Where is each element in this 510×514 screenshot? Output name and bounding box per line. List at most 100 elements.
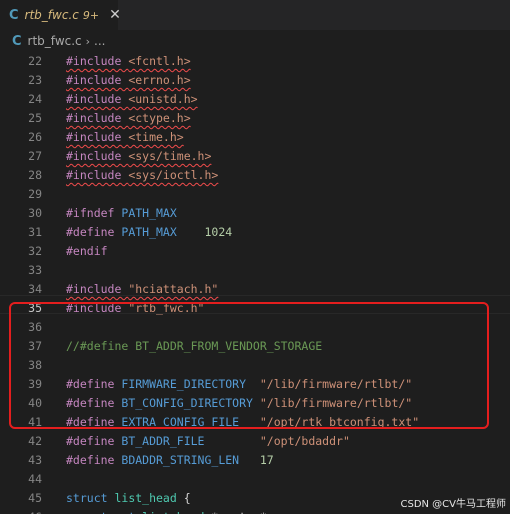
code-token: #define (66, 434, 122, 448)
watermark: CSDN @CV牛马工程师 (400, 499, 506, 510)
code-text[interactable]: #include <unistd.h> (66, 90, 198, 109)
code-token: struct (94, 510, 142, 514)
code-token: BDADDR_STRING_LEN (121, 453, 240, 467)
line-number: 27 (28, 149, 42, 163)
breadcrumb-file[interactable]: rtb_fwc.c (28, 34, 82, 48)
code-token: list_head (142, 510, 204, 514)
code-text[interactable]: #define BDADDR_STRING_LEN 17 (66, 451, 274, 470)
code-token: #define (66, 225, 122, 239)
line-number: 31 (28, 225, 42, 239)
tab-rtb-fwc[interactable]: C rtb_fwc.c 9+ ✕ (0, 0, 121, 30)
code-line[interactable]: 26 #include <time.h> (0, 128, 510, 147)
line-number: 34 (28, 282, 42, 296)
code-text[interactable]: #define PATH_MAX 1024 (66, 223, 232, 242)
line-number: 24 (28, 92, 42, 106)
chevron-right-icon: › (85, 34, 91, 48)
code-token: PATH_MAX (121, 206, 177, 220)
code-token: <time.h> (128, 130, 184, 144)
line-number: 46 (0, 508, 42, 514)
code-token: #include (66, 54, 129, 68)
code-line[interactable]: 44 (0, 470, 510, 489)
code-text[interactable]: #include <time.h> (66, 128, 184, 147)
code-line[interactable]: 27 #include <sys/time.h> (0, 147, 510, 166)
line-number: 25 (28, 111, 42, 125)
code-line[interactable]: 25 #include <ctype.h> (0, 109, 510, 128)
code-token: #include (66, 282, 129, 296)
line-number: 23 (28, 73, 42, 87)
code-token: #include (66, 149, 129, 163)
line-number: 26 (28, 130, 42, 144)
problems-count-badge: 9+ (82, 8, 100, 22)
code-token: #include (66, 73, 129, 87)
code-token: <sys/time.h> (128, 149, 212, 163)
line-number: 42 (28, 434, 42, 448)
tab-bar: C rtb_fwc.c 9+ ✕ (0, 0, 510, 30)
code-token: #include (66, 130, 129, 144)
c-file-icon: C (9, 7, 19, 23)
line-number: 32 (28, 244, 42, 258)
code-line[interactable]: 33 (0, 261, 510, 280)
code-line[interactable]: 43 #define BDADDR_STRING_LEN 17 (0, 451, 510, 470)
code-token: <sys/ioctl.h> (128, 168, 219, 182)
code-text[interactable]: #include <sys/ioctl.h> (66, 166, 218, 185)
breadcrumb: C rtb_fwc.c › ... (0, 30, 510, 52)
code-text[interactable]: #include <ctype.h> (66, 109, 191, 128)
code-text[interactable]: #endif (66, 242, 108, 261)
code-token: struct (66, 491, 115, 505)
code-text[interactable]: #include "hciattach.h" (66, 280, 218, 299)
code-line[interactable]: 31 #define PATH_MAX 1024 (0, 223, 510, 242)
code-token: 17 (259, 453, 274, 467)
code-token: #include (66, 92, 129, 106)
code-text[interactable]: #include <errno.h> (66, 71, 191, 90)
code-line[interactable]: 23 #include <errno.h> (0, 71, 510, 90)
code-token: #include (66, 111, 129, 125)
code-text[interactable]: #include <sys/time.h> (66, 147, 211, 166)
line-number: 30 (28, 206, 42, 220)
code-line[interactable]: 32 #endif (0, 242, 510, 261)
line-number: 44 (28, 472, 42, 486)
code-text[interactable]: #include <fcntl.h> (66, 52, 191, 71)
line-number: 43 (28, 453, 42, 467)
code-line[interactable]: 28 #include <sys/ioctl.h> (0, 166, 510, 185)
code-token: "/opt/bdaddr" (259, 434, 350, 448)
code-line[interactable]: 42 #define BT_ADDR_FILE "/opt/bdaddr" (0, 432, 510, 451)
close-icon[interactable]: ✕ (109, 7, 121, 23)
code-line[interactable]: 24 #include <unistd.h> (0, 90, 510, 109)
code-text[interactable]: #ifndef PATH_MAX (66, 204, 177, 223)
code-token: *next, *prev; (204, 510, 301, 514)
code-token: BT_ADDR_FILE (121, 434, 205, 448)
code-token: { (176, 491, 191, 505)
code-token: #ifndef (66, 206, 122, 220)
annotation-highlight-box (9, 302, 489, 429)
code-token: #include (66, 168, 129, 182)
tab-filename[interactable]: rtb_fwc.c (25, 8, 79, 22)
code-token: #endif (66, 244, 108, 258)
breadcrumb-symbols[interactable]: ... (94, 34, 105, 48)
code-token: 1024 (204, 225, 233, 239)
code-line[interactable]: 29 (0, 185, 510, 204)
line-number: 22 (28, 54, 42, 68)
code-token: <unistd.h> (128, 92, 198, 106)
c-file-icon: C (12, 33, 22, 49)
code-line[interactable]: 22 #include <fcntl.h> (0, 52, 510, 71)
code-token: <fcntl.h> (128, 54, 191, 68)
line-number: 28 (28, 168, 42, 182)
code-line[interactable]: 30 #ifndef PATH_MAX (0, 204, 510, 223)
code-text[interactable]: #define BT_ADDR_FILE "/opt/bdaddr" (66, 432, 350, 451)
code-token: "hciattach.h" (128, 282, 219, 296)
line-number: 45 (28, 491, 42, 505)
code-token: PATH_MAX (121, 225, 177, 239)
line-number: 29 (28, 187, 42, 201)
code-editor[interactable]: 22 #include <fcntl.h> 23 #include <errno.h>… (0, 52, 510, 514)
code-line[interactable]: 34 #include "hciattach.h" (0, 280, 510, 299)
code-text[interactable]: struct list_head { (66, 489, 191, 508)
code-token: <ctype.h> (128, 111, 191, 125)
line-number: 33 (28, 263, 42, 277)
code-token: list_head (114, 491, 177, 505)
code-token: <errno.h> (128, 73, 191, 87)
code-text[interactable]: struct list_head *next, *prev; (66, 508, 302, 514)
